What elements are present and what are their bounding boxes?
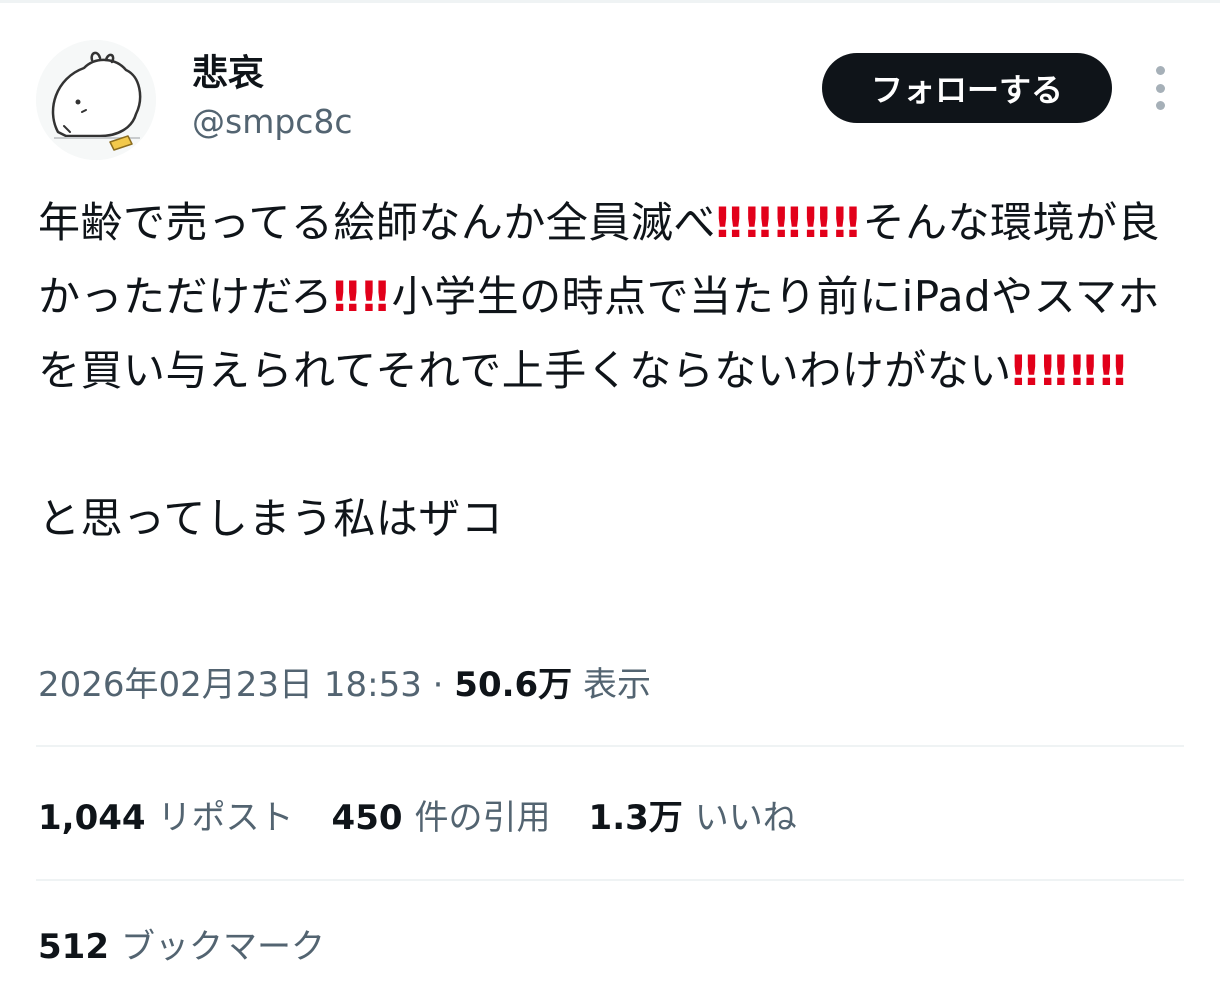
double-exclamation-icon: ‼	[745, 198, 771, 247]
likes-stat[interactable]: 1.3万 いいね	[589, 793, 797, 843]
double-exclamation-icon: ‼	[332, 272, 359, 321]
views-label: 表示	[583, 665, 651, 705]
tweet-meta: 2026年02月23日 18:53 · 50.6万 表示	[38, 660, 651, 710]
bookmarks-count: 512	[38, 927, 109, 967]
likes-label: いいね	[694, 798, 797, 838]
reposts-stat[interactable]: 1,044 リポスト	[38, 793, 294, 843]
bookmarks-label: ブックマーク	[120, 927, 325, 967]
double-exclamation-icon: ‼	[1099, 346, 1126, 395]
user-handle[interactable]: @smpc8c	[192, 100, 353, 144]
tweet-text: 年齢で売ってる絵師なんか全員滅べ‼ ‼ ‼ ‼ ‼ そんな環境が良かっただけだろ‼ ‼ 小学生…	[38, 186, 1168, 556]
double-exclamation-icon: ‼	[1041, 346, 1067, 395]
avatar[interactable]	[36, 40, 156, 160]
quotes-stat[interactable]: 450 件の引用	[332, 793, 551, 843]
reposts-count: 1,044	[38, 798, 146, 838]
divider-stats	[36, 879, 1184, 881]
avatar-illustration	[36, 40, 156, 160]
quotes-label: 件の引用	[414, 798, 551, 838]
double-exclamation-icon: ‼	[803, 198, 830, 247]
tweet-paragraph-2: と思ってしまう私はザコ	[38, 494, 504, 543]
more-vertical-icon	[1155, 66, 1165, 75]
bookmarks-stat[interactable]: 512 ブックマーク	[38, 922, 325, 972]
tweet-timestamp[interactable]: 2026年02月23日 18:53	[38, 665, 422, 705]
double-exclamation-icon: ‼	[715, 198, 742, 247]
follow-button[interactable]: フォローする	[822, 53, 1112, 123]
quotes-count: 450	[331, 798, 403, 838]
tweet-paragraph-1: 年齢で売ってる絵師なんか全員滅べ‼ ‼ ‼ ‼ ‼ そんな環境が良かっただけだろ‼ ‼ 小学生…	[38, 186, 1168, 408]
double-exclamation-icon: ‼	[833, 198, 859, 247]
engagement-stats: 1,044 リポスト 450 件の引用 1.3万 いいね	[38, 793, 797, 843]
tweet-text-line1: 年齢で売ってる絵師なんか全員滅べ	[38, 198, 716, 247]
double-exclamation-icon: ‼	[362, 272, 388, 321]
reposts-label: リポスト	[157, 798, 294, 838]
display-name[interactable]: 悲哀	[192, 52, 264, 96]
double-exclamation-icon: ‼	[1011, 346, 1038, 395]
more-vertical-icon-dot-2	[1155, 83, 1165, 93]
likes-count: 1.3万	[588, 798, 683, 838]
meta-separator: ·	[432, 665, 444, 705]
double-exclamation-icon: ‼	[1070, 346, 1096, 395]
top-border	[0, 0, 1220, 3]
more-vertical-icon-dot-3	[1155, 101, 1165, 110]
divider-meta	[36, 745, 1184, 747]
views-count: 50.6万	[454, 665, 573, 705]
double-exclamation-icon: ‼	[774, 198, 801, 247]
more-options-button[interactable]	[1140, 66, 1180, 110]
